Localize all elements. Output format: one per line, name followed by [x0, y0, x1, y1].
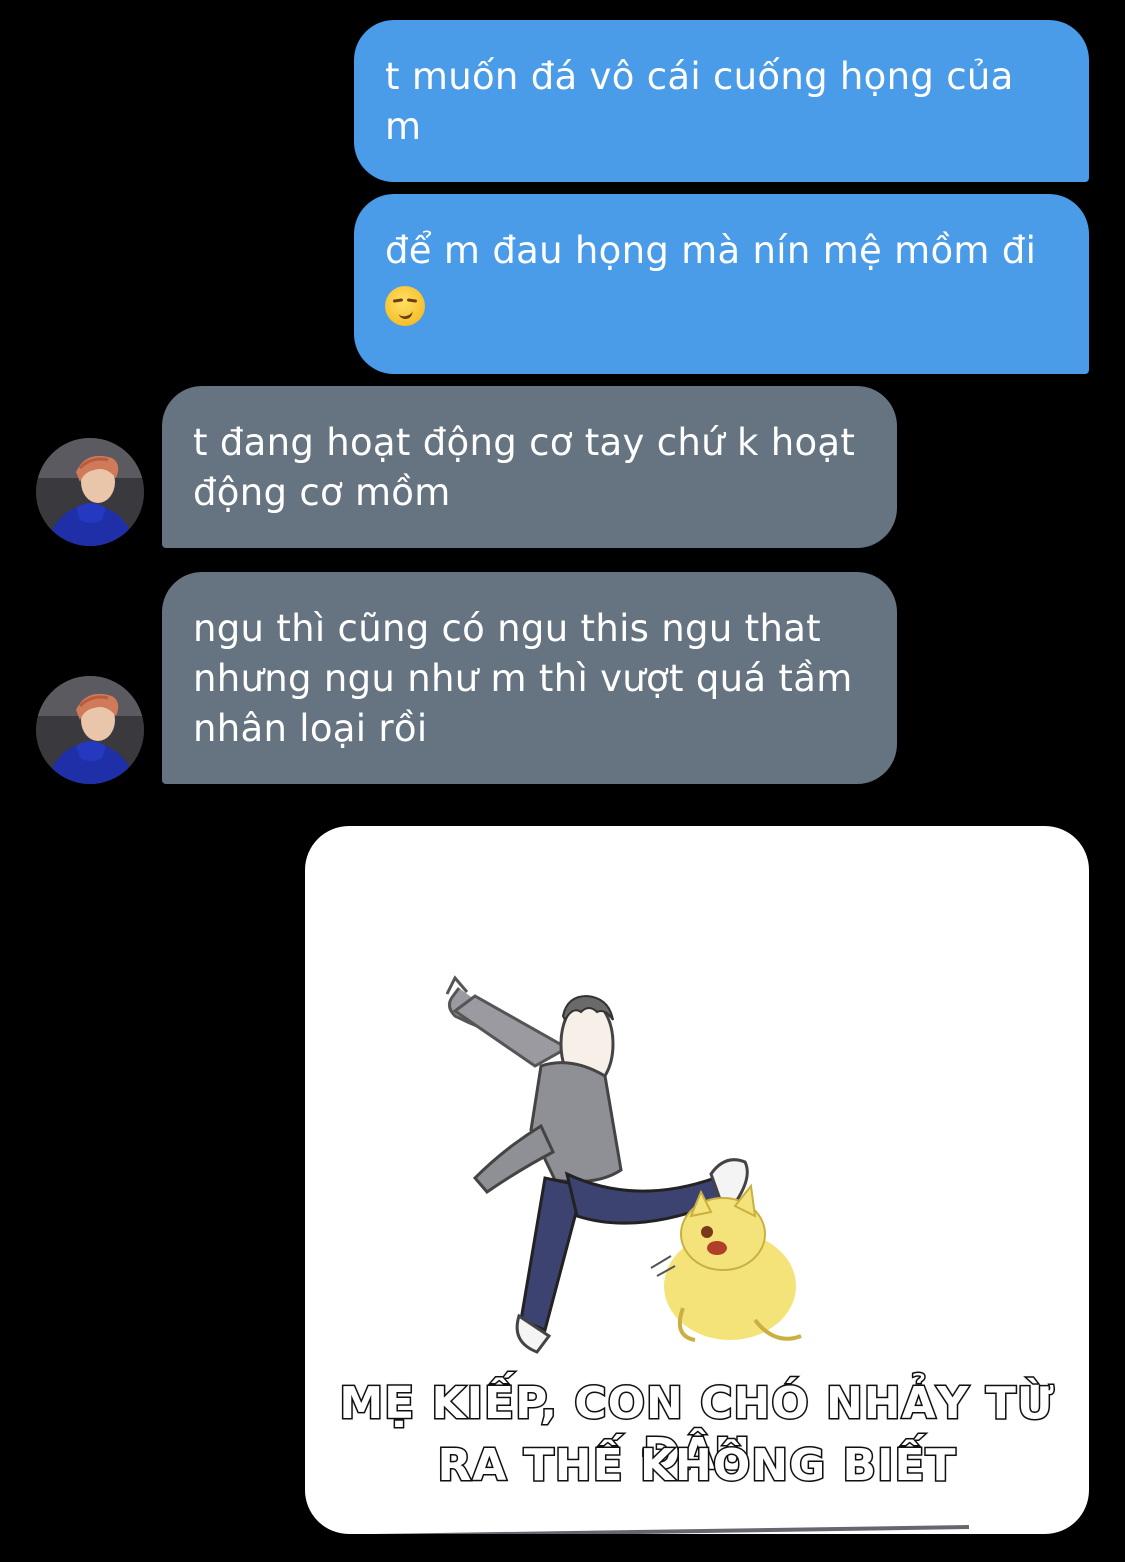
image-attachment[interactable]: MẸ KIẾP, CON CHÓ NHẢY TỪ ĐÂU RA THẾ KHÔN… — [305, 826, 1089, 1534]
avatar[interactable] — [36, 438, 144, 546]
message-text: t đang hoạt động cơ tay chứ k hoạt động … — [193, 421, 856, 514]
smirking-face-icon — [385, 285, 425, 326]
outgoing-message-bubble[interactable]: để m đau họng mà nín mệ mồm đi — [354, 194, 1089, 374]
message-text: để m đau họng mà nín mệ mồm đi — [385, 229, 1037, 272]
meme-caption: RA THẾ KHÔNG BIẾT — [436, 1439, 957, 1493]
message-text: ngu thì cũng có ngu this ngu that nhưng … — [193, 607, 853, 750]
outgoing-message-bubble[interactable]: t muốn đá vô cái cuống họng của m — [354, 20, 1089, 182]
incoming-message-bubble[interactable]: ngu thì cũng có ngu this ngu that nhưng … — [162, 572, 897, 784]
message-text: t muốn đá vô cái cuống họng của m — [385, 55, 1014, 148]
avatar[interactable] — [36, 676, 144, 784]
incoming-message-bubble[interactable]: t đang hoạt động cơ tay chứ k hoạt động … — [162, 386, 897, 548]
profile-photo — [36, 676, 144, 784]
profile-photo — [36, 438, 144, 546]
